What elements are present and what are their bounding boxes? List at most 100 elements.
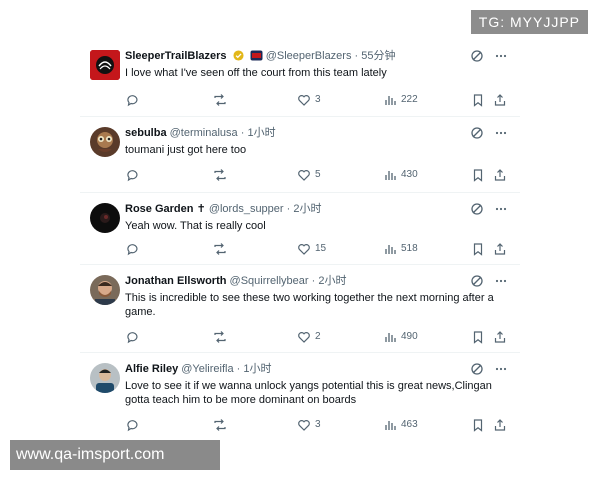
grok-icon[interactable] (470, 202, 484, 216)
views-button[interactable]: 490 (383, 329, 418, 345)
user-handle[interactable]: @lords_supper (209, 203, 284, 215)
display-name[interactable]: Alfie Riley (125, 363, 178, 375)
grok-icon[interactable] (470, 49, 484, 63)
timestamp[interactable]: 2小时 (318, 275, 346, 287)
action-bar: 5 430 (125, 167, 510, 183)
views-icon (385, 96, 396, 105)
like-button[interactable]: 3 (297, 92, 321, 108)
bookmark-button[interactable] (471, 417, 485, 433)
heart-icon (298, 244, 310, 255)
tweet-item[interactable]: SleeperTrailBlazers @SleeperBlazers · 55… (80, 40, 520, 116)
more-options-icon[interactable] (494, 362, 508, 376)
like-button[interactable]: 3 (297, 417, 321, 433)
reply-button[interactable] (125, 241, 143, 257)
share-icon (494, 94, 506, 106)
share-button[interactable] (493, 92, 507, 108)
tweet-item[interactable]: Alfie Riley @Yelireifla · 1小时 Love to se… (80, 352, 520, 440)
views-button[interactable]: 518 (383, 241, 418, 257)
separator-dot: · (286, 203, 291, 215)
grok-icon[interactable] (470, 126, 484, 140)
alfie-avatar-icon[interactable] (90, 363, 120, 393)
views-button[interactable]: 222 (383, 92, 418, 108)
retweet-button[interactable] (213, 241, 231, 257)
user-handle[interactable]: @Yelireifla (181, 363, 233, 375)
bookmark-icon (473, 331, 483, 344)
tweet-item[interactable]: Rose Garden ✝ @lords_supper · 2小时 Yeah w… (80, 192, 520, 264)
tweet-item[interactable]: sebulba @terminalusa · 1小时 toumani just … (80, 116, 520, 192)
share-icon (494, 243, 506, 255)
more-options-icon[interactable] (494, 202, 508, 216)
user-handle[interactable]: @Squirrellybear (230, 275, 309, 287)
like-button[interactable]: 15 (297, 241, 326, 257)
timestamp[interactable]: 55分钟 (361, 50, 395, 62)
reply-button[interactable] (125, 417, 143, 433)
tweet-item[interactable]: Jonathan Ellsworth @Squirrellybear · 2小时… (80, 264, 520, 352)
rose-garden-avatar-icon[interactable] (90, 203, 120, 233)
user-handle[interactable]: @terminalusa (170, 127, 238, 139)
jonathan-avatar-icon[interactable] (90, 275, 120, 305)
blazers-logo-icon[interactable] (90, 50, 120, 80)
views-button[interactable]: 430 (383, 167, 418, 183)
watermark-top: TG: MYYJJPP (470, 10, 588, 34)
views-icon (385, 421, 396, 430)
share-button[interactable] (493, 329, 507, 345)
bookmark-button[interactable] (471, 92, 485, 108)
like-button[interactable]: 2 (297, 329, 321, 345)
display-name[interactable]: sebulba (125, 127, 167, 139)
bookmark-icon (473, 419, 483, 432)
share-button[interactable] (493, 167, 507, 183)
bookmark-icon (473, 94, 483, 107)
bookmark-button[interactable] (471, 241, 485, 257)
reply-icon (127, 95, 138, 107)
retweet-button[interactable] (213, 167, 231, 183)
timestamp[interactable]: 2小时 (293, 203, 321, 215)
like-count: 3 (315, 419, 321, 430)
display-name[interactable]: SleeperTrailBlazers (125, 50, 227, 62)
retweet-icon (214, 94, 226, 106)
view-count: 463 (401, 419, 418, 430)
bookmark-button[interactable] (471, 167, 485, 183)
retweet-button[interactable] (213, 417, 231, 433)
user-handle[interactable]: @SleeperBlazers (266, 50, 352, 62)
share-button[interactable] (493, 241, 507, 257)
bookmark-icon (473, 243, 483, 256)
sebulba-avatar-icon[interactable] (90, 127, 120, 157)
grok-icon[interactable] (470, 362, 484, 376)
display-name[interactable]: Rose Garden ✝ (125, 203, 206, 215)
view-count: 222 (401, 94, 418, 105)
separator-dot: · (354, 50, 359, 62)
reply-icon (127, 332, 138, 344)
tweet-header: SleeperTrailBlazers @SleeperBlazers · 55… (125, 48, 445, 64)
retweet-icon (214, 419, 226, 431)
more-options-icon[interactable] (494, 274, 508, 288)
tweet-header: Alfie Riley @Yelireifla · 1小时 (125, 361, 445, 377)
reply-icon (127, 420, 138, 432)
timestamp[interactable]: 1小时 (243, 363, 271, 375)
bookmark-button[interactable] (471, 329, 485, 345)
share-icon (494, 169, 506, 181)
reply-button[interactable] (125, 329, 143, 345)
timestamp[interactable]: 1小时 (247, 127, 275, 139)
reply-button[interactable] (125, 92, 143, 108)
like-count: 3 (315, 94, 321, 105)
reply-button[interactable] (125, 167, 143, 183)
bookmark-icon (473, 169, 483, 182)
action-bar: 15 518 (125, 241, 510, 257)
retweet-icon (214, 331, 226, 343)
share-icon (494, 419, 506, 431)
tweet-header: Jonathan Ellsworth @Squirrellybear · 2小时 (125, 273, 445, 289)
like-count: 15 (315, 243, 327, 254)
like-button[interactable]: 5 (297, 167, 321, 183)
views-button[interactable]: 463 (383, 417, 418, 433)
verified-badge-icon (233, 50, 244, 64)
tweet-text: toumani just got here too (125, 144, 247, 156)
more-options-icon[interactable] (494, 49, 508, 63)
more-options-icon[interactable] (494, 126, 508, 140)
share-button[interactable] (493, 417, 507, 433)
retweet-button[interactable] (213, 92, 231, 108)
grok-icon[interactable] (470, 274, 484, 288)
views-icon (385, 171, 396, 180)
action-bar: 3 463 (125, 417, 510, 433)
display-name[interactable]: Jonathan Ellsworth (125, 275, 226, 287)
retweet-button[interactable] (213, 329, 231, 345)
